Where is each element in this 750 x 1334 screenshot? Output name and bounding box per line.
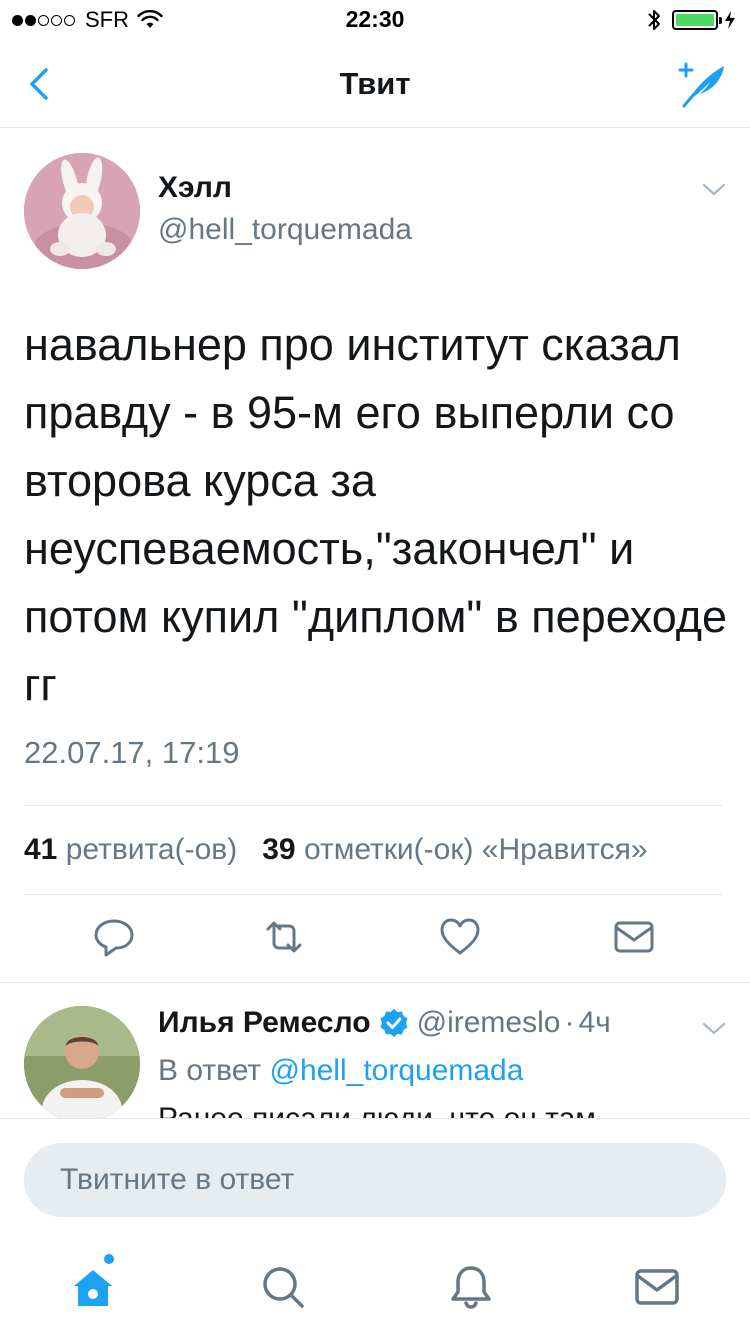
battery-icon xyxy=(672,10,722,30)
reply-separator: · xyxy=(564,1006,575,1039)
reply-author-name[interactable]: Илья Ремесло xyxy=(158,1006,371,1040)
likes-count: 39 xyxy=(262,833,296,866)
reply-text: Ранее писали люди, что он там xyxy=(158,1102,596,1118)
author-handle[interactable]: @hell_torquemada xyxy=(158,213,412,247)
direct-message-icon[interactable] xyxy=(612,915,656,959)
tweet-text: навальнер про институт сказал правду - в… xyxy=(24,319,728,710)
status-right xyxy=(646,8,736,32)
reply-author-handle[interactable]: @iremeslo xyxy=(417,1006,561,1040)
reply-to-link[interactable]: @hell_torquemada xyxy=(269,1054,523,1087)
retweets-label: ретвита(-ов) xyxy=(65,833,238,866)
reply-header: Илья Ремесло @iremeslo · 4ч xyxy=(158,1006,611,1040)
tweet-actions xyxy=(0,915,750,965)
status-bar: SFR 22:30 xyxy=(0,0,750,40)
avatar[interactable] xyxy=(24,1006,140,1118)
messages-icon[interactable] xyxy=(632,1262,682,1312)
likes-label: отметки(-ок) «Нравится» xyxy=(303,833,648,866)
reply-time: 4ч xyxy=(578,1006,611,1039)
reply-icon[interactable] xyxy=(92,915,136,959)
reply-prefix: В ответ xyxy=(158,1054,262,1087)
home-icon[interactable] xyxy=(68,1262,118,1312)
avatar-image xyxy=(24,1006,140,1118)
notifications-icon[interactable] xyxy=(446,1262,496,1312)
nav-bar: Твит xyxy=(0,40,750,128)
reply-tweet[interactable]: Илья Ремесло @iremeslo · 4ч В ответ @hel… xyxy=(0,982,750,1118)
tweet-timestamp: 22.07.17, 17:19 xyxy=(24,735,240,770)
divider xyxy=(24,805,722,806)
reply-composer: Твитните в ответ xyxy=(0,1118,750,1240)
divider xyxy=(24,894,722,895)
bluetooth-icon xyxy=(648,10,660,30)
charging-icon xyxy=(725,11,735,29)
avatar-image xyxy=(24,153,140,269)
like-icon[interactable] xyxy=(438,915,482,959)
verified-badge-icon xyxy=(380,1009,408,1037)
retweet-icon[interactable] xyxy=(262,915,306,959)
status-time: 22:30 xyxy=(345,6,405,32)
battery-level xyxy=(676,14,714,26)
retweets-stat[interactable]: 41 ретвита(-ов) xyxy=(24,833,237,866)
author-name[interactable]: Хэлл xyxy=(158,171,232,205)
retweets-count: 41 xyxy=(24,833,58,866)
avatar[interactable] xyxy=(24,153,140,269)
search-icon[interactable] xyxy=(258,1262,308,1312)
reply-context: В ответ @hell_torquemada xyxy=(158,1054,523,1088)
battery-tip xyxy=(719,17,722,24)
reply-input[interactable]: Твитните в ответ xyxy=(24,1143,726,1217)
likes-stat[interactable]: 39 отметки(-ок) «Нравится» xyxy=(262,833,647,866)
tab-bar xyxy=(0,1240,750,1334)
chevron-down-icon[interactable] xyxy=(700,1018,728,1038)
tweet-stats: 41 ретвита(-ов) 39 отметки(-ок) «Нравитс… xyxy=(24,833,648,867)
compose-tweet-icon[interactable] xyxy=(672,60,728,110)
page-title: Твит xyxy=(339,66,411,101)
home-notification-dot xyxy=(104,1254,114,1264)
chevron-down-icon[interactable] xyxy=(700,179,728,199)
